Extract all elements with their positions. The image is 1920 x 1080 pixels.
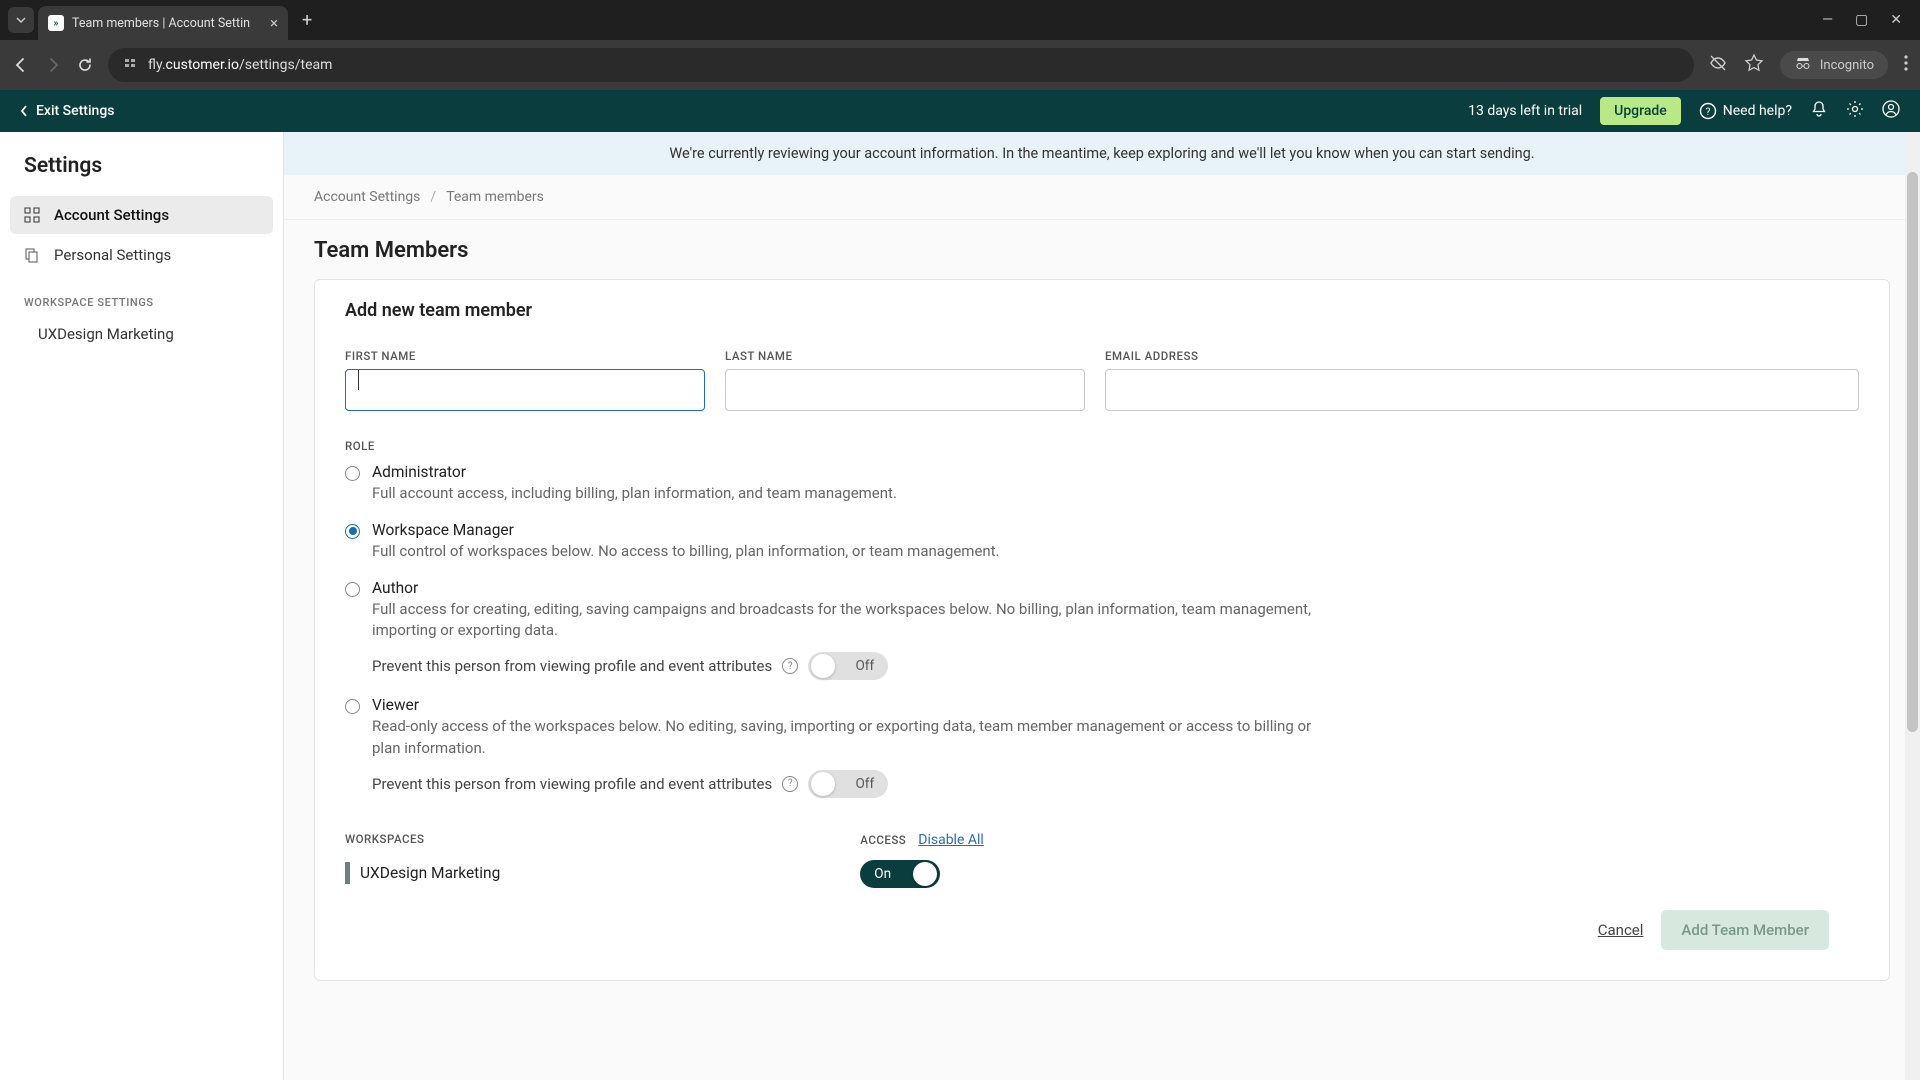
add-team-member-button[interactable]: Add Team Member: [1661, 910, 1829, 950]
role-description: Full access for creating, editing, savin…: [372, 599, 1335, 643]
cancel-button[interactable]: Cancel: [1598, 921, 1644, 939]
radio-icon[interactable]: [345, 699, 360, 714]
role-section-label: ROLE: [345, 439, 1859, 453]
workspace-row: UXDesign Marketing: [345, 862, 500, 884]
workspace-name: UXDesign Marketing: [360, 864, 500, 882]
radio-icon[interactable]: [345, 582, 360, 597]
sidebar-workspace-item[interactable]: UXDesign Marketing: [10, 317, 273, 351]
breadcrumb-current: Team members: [446, 189, 544, 205]
role-option-viewer[interactable]: Viewer Read-only access of the workspace…: [345, 696, 1335, 760]
prevent-viewing-label: Prevent this person from viewing profile…: [372, 657, 772, 675]
exit-settings-link[interactable]: Exit Settings: [20, 103, 114, 119]
scrollbar-track[interactable]: [1905, 132, 1920, 1080]
site-info-icon[interactable]: [122, 55, 138, 75]
grid-icon: [24, 207, 42, 223]
sidebar-item-account-settings[interactable]: Account Settings: [10, 196, 273, 234]
back-button[interactable]: [12, 56, 30, 74]
prevent-toggle-viewer[interactable]: Off: [808, 770, 888, 798]
incognito-icon: [1794, 56, 1812, 74]
help-icon: ?: [1699, 102, 1717, 120]
breadcrumb: Account Settings / Team members: [284, 175, 1920, 220]
role-name: Author: [372, 579, 1335, 597]
role-description: Full control of workspaces below. No acc…: [372, 541, 1335, 563]
workspace-settings-label: WORKSPACE SETTINGS: [10, 276, 273, 317]
role-option-workspace-manager[interactable]: Workspace Manager Full control of worksp…: [345, 521, 1335, 563]
last-name-label: LAST NAME: [725, 349, 1085, 363]
role-name: Workspace Manager: [372, 521, 1335, 539]
first-name-input[interactable]: [345, 369, 705, 411]
scrollbar-thumb[interactable]: [1907, 172, 1918, 732]
maximize-icon[interactable]: ▢: [1855, 12, 1868, 28]
sidebar-item-personal-settings[interactable]: Personal Settings: [10, 236, 273, 274]
url-input[interactable]: fly.customer.io/settings/team: [108, 48, 1694, 82]
card-title: Add new team member: [315, 280, 1889, 339]
help-tooltip-icon[interactable]: ?: [782, 776, 798, 792]
sidebar-item-label: Personal Settings: [54, 246, 171, 264]
disable-all-link[interactable]: Disable All: [918, 832, 984, 848]
role-option-author[interactable]: Author Full access for creating, editing…: [345, 579, 1335, 643]
eye-off-icon[interactable]: [1708, 53, 1728, 77]
last-name-input[interactable]: [725, 369, 1085, 411]
workspaces-label: WORKSPACES: [345, 832, 500, 846]
breadcrumb-separator: /: [430, 189, 436, 205]
radio-icon[interactable]: [345, 524, 360, 539]
browser-tab-strip: » Team members | Account Settin × + — ▢ …: [0, 0, 1920, 40]
app-header: Exit Settings 13 days left in trial Upgr…: [0, 90, 1920, 132]
email-label: EMAIL ADDRESS: [1105, 349, 1859, 363]
address-bar: fly.customer.io/settings/team Incognito: [0, 40, 1920, 90]
role-description: Full account access, including billing, …: [372, 483, 1335, 505]
close-tab-icon[interactable]: ×: [270, 14, 278, 32]
browser-tab[interactable]: » Team members | Account Settin ×: [38, 6, 288, 40]
reload-button[interactable]: [76, 56, 94, 74]
url-text: fly.customer.io/settings/team: [148, 57, 332, 73]
radio-icon[interactable]: [345, 466, 360, 481]
settings-gear-icon[interactable]: [1846, 100, 1864, 123]
settings-sidebar: Settings Account Settings Personal Setti…: [0, 132, 284, 1080]
browser-menu-icon[interactable]: [1904, 55, 1908, 75]
chevron-left-icon: [20, 104, 28, 118]
upgrade-button[interactable]: Upgrade: [1600, 97, 1681, 125]
role-name: Administrator: [372, 463, 1335, 481]
page-title: Team Members: [284, 220, 1920, 279]
main-content: We're currently reviewing your account i…: [284, 132, 1920, 1080]
minimize-icon[interactable]: —: [1822, 12, 1833, 28]
email-input[interactable]: [1105, 369, 1859, 411]
svg-text:?: ?: [1705, 107, 1710, 118]
need-help-link[interactable]: ? Need help?: [1699, 102, 1792, 120]
forward-button[interactable]: [44, 56, 62, 74]
access-label: ACCESS: [860, 833, 906, 847]
favicon-icon: »: [48, 15, 64, 31]
profile-icon[interactable]: [1882, 100, 1900, 123]
first-name-label: FIRST NAME: [345, 349, 705, 363]
tab-search-button[interactable]: [8, 7, 34, 33]
breadcrumb-root[interactable]: Account Settings: [314, 189, 420, 205]
copy-icon: [24, 247, 42, 263]
workspace-access-toggle[interactable]: On: [860, 860, 940, 888]
prevent-viewing-label: Prevent this person from viewing profile…: [372, 775, 772, 793]
close-window-icon[interactable]: ✕: [1890, 12, 1902, 28]
help-tooltip-icon[interactable]: ?: [782, 658, 798, 674]
review-banner: We're currently reviewing your account i…: [284, 132, 1920, 175]
role-description: Read-only access of the workspaces below…: [372, 716, 1335, 760]
workspace-color-bar: [345, 862, 350, 884]
role-name: Viewer: [372, 696, 1335, 714]
trial-text: 13 days left in trial: [1468, 103, 1582, 119]
incognito-badge[interactable]: Incognito: [1780, 51, 1888, 79]
role-option-administrator[interactable]: Administrator Full account access, inclu…: [345, 463, 1335, 505]
sidebar-item-label: Account Settings: [54, 206, 169, 224]
prevent-toggle-author[interactable]: Off: [808, 652, 888, 680]
notifications-icon[interactable]: [1810, 100, 1828, 123]
new-tab-button[interactable]: +: [292, 10, 322, 31]
sidebar-title: Settings: [10, 154, 273, 196]
add-team-member-card: Add new team member FIRST NAME LAST NAME…: [314, 279, 1890, 981]
tab-title: Team members | Account Settin: [72, 16, 262, 31]
bookmark-star-icon[interactable]: [1744, 53, 1764, 77]
